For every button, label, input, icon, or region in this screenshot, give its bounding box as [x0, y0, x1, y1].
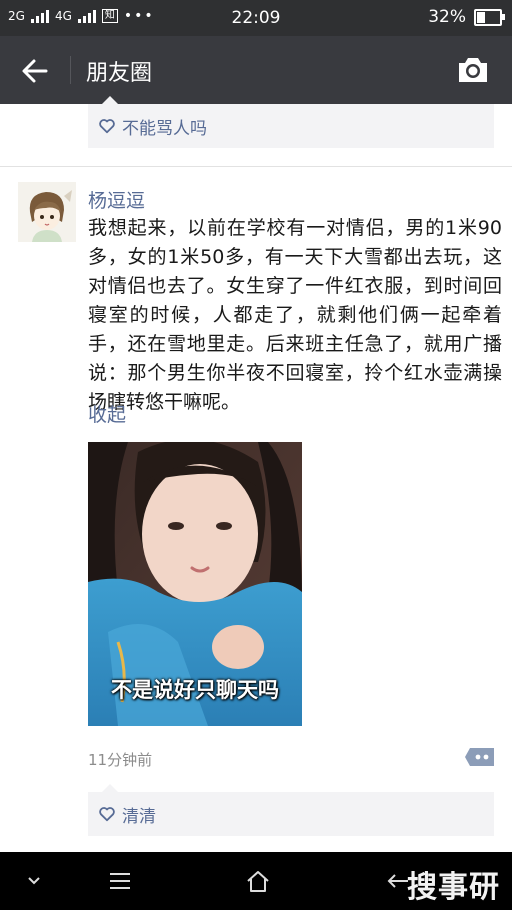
camera-icon[interactable]: [456, 55, 490, 85]
comment-more-icon[interactable]: [464, 746, 496, 768]
previous-post-likes: 不能骂人吗: [88, 96, 494, 148]
chevron-down-icon[interactable]: [20, 868, 48, 894]
post-image[interactable]: 不是说好只聊天吗: [88, 442, 302, 726]
menu-icon[interactable]: [106, 868, 134, 894]
heart-outline-icon: [99, 807, 115, 822]
watermark-logo: 搜事研: [407, 870, 500, 905]
phone-screen: 2G 4G 知 ••• 22:09 32% 朋友圈 不能骂人吗 杨逗逗 我想起来…: [0, 0, 512, 910]
avatar[interactable]: [18, 182, 76, 242]
page-title: 朋友圈: [86, 61, 153, 86]
image-caption: 不是说好只聊天吗: [111, 678, 279, 702]
post-timestamp: 11分钟前: [88, 751, 153, 769]
post-likes: 清清: [88, 784, 494, 836]
system-nav-bar: 搜事研: [0, 852, 512, 910]
battery-percent: 32%: [428, 7, 466, 27]
collapse-link[interactable]: 收起: [88, 400, 126, 427]
nav-bar: 朋友圈: [0, 36, 512, 104]
moments-feed[interactable]: 不能骂人吗 杨逗逗 我想起来，以前在学校有一对情侣，男的1米90多，女的1米50…: [0, 96, 512, 852]
post-text: 我想起来，以前在学校有一对情侣，男的1米90多，女的1米50多，有一天下大雪都出…: [88, 217, 502, 413]
post-author-name[interactable]: 杨逗逗: [88, 186, 145, 213]
back-arrow-icon[interactable]: [18, 54, 52, 88]
status-right: 32%: [428, 7, 505, 27]
home-icon[interactable]: [244, 868, 272, 894]
like-user-name[interactable]: 清清: [122, 802, 156, 827]
battery-level: [477, 11, 485, 23]
heart-outline-icon: [99, 119, 115, 134]
post-divider: [0, 166, 512, 167]
nav-divider: [70, 56, 71, 84]
battery-icon: [474, 8, 505, 26]
like-user-name[interactable]: 不能骂人吗: [122, 114, 207, 139]
avatar-anime-boy-icon: [18, 182, 76, 242]
status-bar: 2G 4G 知 ••• 22:09 32%: [0, 0, 512, 36]
